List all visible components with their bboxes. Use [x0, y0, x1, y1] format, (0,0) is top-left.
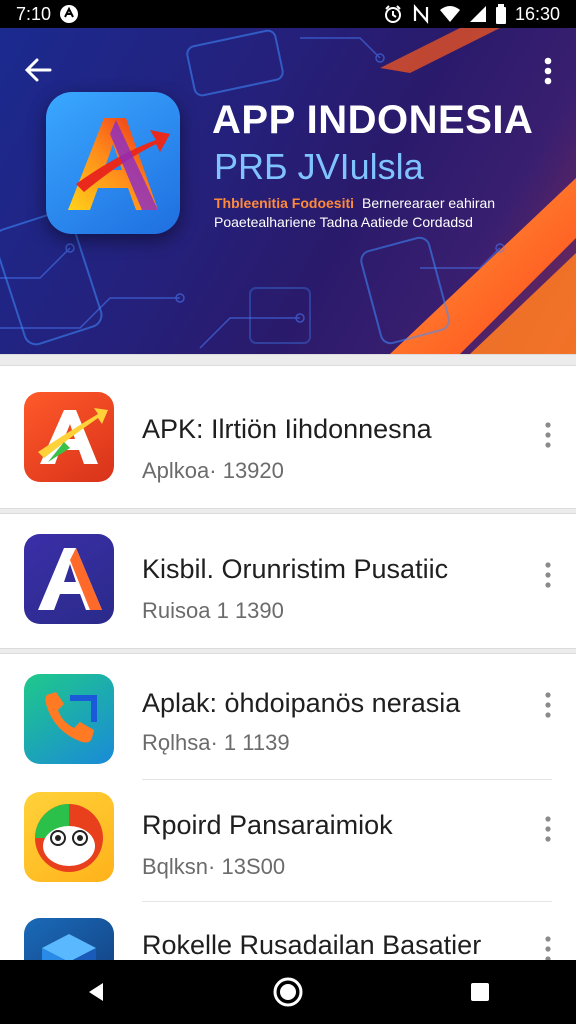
- item-more-button[interactable]: [540, 420, 556, 450]
- home-circle-icon: [273, 977, 303, 1007]
- list-item-subtitle: Bqlksn· 13Ѕ00: [142, 854, 286, 879]
- hero-banner: APP INDONESIA PRБ JVIulslа Thbleenitia F…: [0, 28, 576, 354]
- app-logo: [46, 92, 180, 234]
- list-item-title: APK: Ilrtiön Iihdonnesna: [142, 414, 432, 444]
- list-item-subtitle: Rǫlhsa· 1 1139: [142, 730, 290, 755]
- list-item[interactable]: Kisbil. Orunristim Pusatiic Ruisoa 1 139…: [0, 514, 576, 648]
- nav-home-button[interactable]: [264, 968, 312, 1016]
- banner-tagline: Thbleenitia Fodoesiti Bernerearaer eahira…: [214, 195, 495, 211]
- item-more-button[interactable]: [540, 814, 556, 844]
- apk-logo-icon: [24, 392, 114, 482]
- list-item-title: Rokelle Rusadailan Basatier: [142, 930, 482, 960]
- banner-tagline-rest: Bernerearaer eahiran: [362, 195, 496, 211]
- more-vert-icon: [545, 692, 551, 718]
- more-vert-icon: [545, 936, 551, 962]
- list-item[interactable]: Rpoird Pansaraimiok Bqlksn· 13Ѕ00: [0, 780, 576, 902]
- alarm-icon: [383, 4, 403, 24]
- list-item-title: Aplak: ȯhdoipanös nerasia: [142, 688, 461, 718]
- wifi-icon: [439, 5, 461, 23]
- list-item-subtitle: Ruisoa 1 1390: [142, 598, 284, 623]
- nav-back-button[interactable]: [72, 968, 120, 1016]
- phone-logo-icon: [24, 674, 114, 764]
- section-divider: [0, 354, 576, 366]
- list-item-subtitle: Aplkoa· 13920: [142, 458, 284, 483]
- banner-title: APP INDONESIA: [212, 98, 534, 142]
- back-triangle-icon: [89, 983, 103, 1001]
- more-vert-icon: [545, 816, 551, 842]
- list-item[interactable]: APK: Ilrtiön Iihdonnesna Aplkoa· 13920: [0, 366, 576, 508]
- item-more-button[interactable]: [540, 690, 556, 720]
- more-vert-icon: [545, 422, 551, 448]
- signal-icon: [469, 5, 487, 23]
- list-item-title: Kisbil. Orunristim Pusatiic: [142, 554, 449, 584]
- recents-square-icon: [471, 983, 489, 1001]
- battery-icon: [495, 4, 507, 24]
- status-bar: 7:10 16:30: [0, 0, 576, 28]
- list-item-title: Rpoird Pansaraimiok: [142, 810, 393, 840]
- system-nav-bar: [0, 960, 576, 1024]
- nav-recents-button[interactable]: [456, 968, 504, 1016]
- status-time-left: 7:10: [16, 3, 52, 24]
- more-vert-icon: [544, 57, 552, 85]
- app-notification-icon: [59, 4, 79, 24]
- letter-a-arrow-logo-icon: [68, 118, 170, 210]
- back-arrow-icon: [24, 58, 52, 82]
- overflow-menu-button[interactable]: [538, 54, 558, 88]
- banner-tagline-highlight: Thbleenitia Fodoesiti: [214, 195, 355, 211]
- item-more-button[interactable]: [540, 560, 556, 590]
- nfc-icon: [411, 4, 431, 24]
- back-arrow-button[interactable]: [18, 50, 58, 90]
- list-item[interactable]: Aplak: ȯhdoipanös nerasia Rǫlhsa· 1 1139: [0, 654, 576, 780]
- banner-subtitle: PRБ JVIulslа: [214, 146, 424, 187]
- banner-description: Poaetealhariene Tadna Aatiede Cordadsd: [214, 214, 473, 230]
- status-time-right: 16:30: [514, 3, 560, 24]
- app-list: APK: Ilrtiön Iihdonnesna Aplkoa· 13920 K…: [0, 354, 576, 1022]
- face-logo-icon: [24, 792, 114, 882]
- more-vert-icon: [545, 562, 551, 588]
- letter-a-logo-icon: [24, 534, 114, 624]
